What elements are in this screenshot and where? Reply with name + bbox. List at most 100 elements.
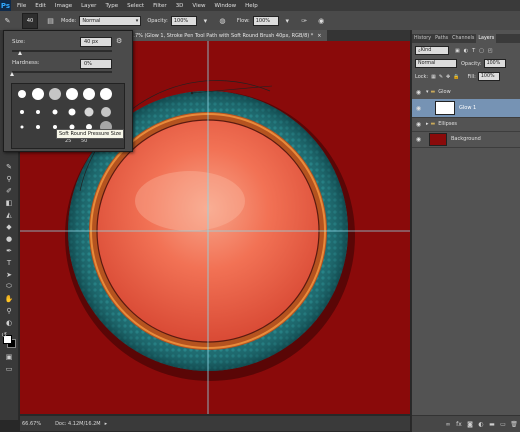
brush-panel-toggle-icon[interactable]: ▤ <box>46 16 55 25</box>
screen-mode-icon[interactable]: ▭ <box>4 364 14 373</box>
clone-stamp-icon[interactable]: ⚲ <box>4 174 14 183</box>
menu-image[interactable]: Image <box>55 3 72 9</box>
zoom-tool-icon[interactable]: ⚲ <box>4 306 14 315</box>
airbrush-icon[interactable]: ✑ <box>300 16 309 25</box>
size-slider-track[interactable] <box>12 50 112 52</box>
eraser-icon[interactable]: ◧ <box>4 198 14 207</box>
menu-file[interactable]: File <box>17 3 26 9</box>
opacity-field[interactable]: 100% <box>170 15 197 26</box>
hand-tool-icon[interactable]: ✋ <box>4 294 14 303</box>
pressure-size-icon[interactable]: ◉ <box>317 16 326 25</box>
fill-field[interactable]: 100% <box>477 72 500 81</box>
size-slider-thumb[interactable] <box>18 51 22 55</box>
brush-preset-picker[interactable]: 40 <box>22 12 38 29</box>
layer-row-background[interactable]: ◉ Background <box>412 131 520 148</box>
close-icon[interactable]: × <box>317 33 321 39</box>
hardness-field[interactable]: 0% <box>80 59 112 69</box>
brush-preset[interactable] <box>66 88 78 100</box>
brush-tool-icon[interactable]: ✎ <box>4 162 14 171</box>
layer-style-icon[interactable]: fx <box>455 420 463 428</box>
chevron-right-icon[interactable]: ▸ <box>426 121 429 127</box>
brush-tool-icon[interactable]: ✎ <box>3 16 12 25</box>
menu-3d[interactable]: 3D <box>176 3 184 9</box>
history-brush-icon[interactable]: ✐ <box>4 186 14 195</box>
path-anchor[interactable] <box>190 91 194 95</box>
brush-preset[interactable] <box>83 88 95 100</box>
menu-select[interactable]: Select <box>127 3 144 9</box>
chevron-down-icon[interactable]: ▾ <box>426 89 429 95</box>
menu-view[interactable]: View <box>192 3 205 9</box>
zoom-level[interactable]: 66.67% <box>22 421 41 427</box>
link-layers-icon[interactable]: ∞ <box>444 420 452 428</box>
size-field[interactable]: 40 px <box>80 37 112 47</box>
trash-icon[interactable]: 🗑 <box>510 420 518 428</box>
pen-tool-icon[interactable]: ✒ <box>4 246 14 255</box>
lock-all-icon[interactable]: 🔒 <box>453 74 459 80</box>
menu-edit[interactable]: Edit <box>35 3 46 9</box>
dodge-icon[interactable]: ● <box>4 234 14 243</box>
quick-mask-mode-icon[interactable]: ▣ <box>4 352 14 361</box>
eye-icon[interactable]: ◉ <box>414 135 423 144</box>
brush-preset[interactable] <box>18 90 26 98</box>
gear-icon[interactable]: ⚙ <box>116 37 122 45</box>
type-tool-icon[interactable]: T <box>4 258 14 267</box>
new-group-icon[interactable]: ▬ <box>488 420 496 428</box>
brush-preset[interactable] <box>68 108 76 116</box>
brush-preset[interactable] <box>49 88 61 100</box>
ellipse-tool-icon[interactable]: ⬭ <box>4 282 14 291</box>
tab-channels[interactable]: Channels <box>450 36 476 41</box>
filter-shape-icon[interactable]: ▢ <box>479 48 484 54</box>
brush-preset[interactable] <box>36 110 40 114</box>
chevron-right-icon[interactable]: ▸ <box>105 421 108 427</box>
layer-row-ellipses[interactable]: ◉ ▸ ▬ Ellipses <box>412 117 520 132</box>
brush-preset[interactable] <box>52 109 58 115</box>
hardness-slider-track[interactable] <box>12 71 112 73</box>
swap-colors-icon[interactable]: ↺ <box>1 330 7 339</box>
menu-filter[interactable]: Filter <box>153 3 167 9</box>
add-mask-icon[interactable]: ◙ <box>466 420 474 428</box>
document-info[interactable]: Doc: 4.12M/16.2M <box>55 421 101 427</box>
pressure-opacity-icon[interactable]: ◍ <box>218 16 227 25</box>
kind-filter-select[interactable]: ⌕ Kind <box>415 46 449 55</box>
layer-row-glow-1[interactable]: ◉ Glow 1 <box>412 99 520 118</box>
paint-bucket-icon[interactable]: ◭ <box>4 210 14 219</box>
menu-window[interactable]: Window <box>214 3 236 9</box>
tab-history[interactable]: History <box>412 36 433 41</box>
brush-preset-grid[interactable]: 25 50 <box>11 83 125 149</box>
brush-preset[interactable] <box>32 88 44 100</box>
brush-preset[interactable] <box>20 110 24 114</box>
lock-position-icon[interactable]: ✥ <box>446 74 450 80</box>
brush-preset[interactable] <box>100 88 112 100</box>
adjustment-layer-icon[interactable]: ◐ <box>477 420 485 428</box>
filter-type-icon[interactable]: T <box>472 48 475 54</box>
eye-icon[interactable]: ◉ <box>414 120 423 129</box>
chevron-down-icon[interactable]: ▾ <box>201 16 210 25</box>
menu-type[interactable]: Type <box>105 3 118 9</box>
tab-paths[interactable]: Paths <box>433 36 450 41</box>
blur-icon[interactable]: ◆ <box>4 222 14 231</box>
chevron-down-icon[interactable]: ▾ <box>283 16 292 25</box>
lock-transparent-icon[interactable]: ▦ <box>431 74 436 80</box>
filter-smart-icon[interactable]: ◰ <box>488 48 493 54</box>
menu-layer[interactable]: Layer <box>81 3 96 9</box>
layer-opacity-field[interactable]: 100% <box>483 59 506 68</box>
document-tab[interactable]: 66.7% (Glow 1, Stroke Pen Tool Path with… <box>122 30 327 41</box>
brush-preset[interactable] <box>84 107 94 117</box>
new-layer-icon[interactable]: ▭ <box>499 420 507 428</box>
brush-preset[interactable] <box>36 125 40 129</box>
quick-mask-icon[interactable]: ◐ <box>4 318 14 327</box>
flow-field[interactable]: 100% <box>252 15 279 26</box>
tab-layers[interactable]: Layers <box>476 34 497 43</box>
mode-select[interactable]: Normal ▾ <box>79 15 142 26</box>
blend-mode-select[interactable]: Normal <box>415 59 457 68</box>
menu-help[interactable]: Help <box>245 3 258 9</box>
layer-row-glow[interactable]: ◉ ▾ ▬ Glow <box>412 85 520 100</box>
eye-icon[interactable]: ◉ <box>414 104 423 113</box>
brush-preset[interactable] <box>20 125 24 129</box>
brush-preset[interactable] <box>101 107 111 117</box>
filter-pixel-icon[interactable]: ▣ <box>455 48 460 54</box>
lock-pixels-icon[interactable]: ✎ <box>439 74 443 80</box>
hardness-slider-thumb[interactable] <box>10 72 14 76</box>
filter-adjustment-icon[interactable]: ◐ <box>464 48 468 54</box>
eye-icon[interactable]: ◉ <box>414 88 423 97</box>
